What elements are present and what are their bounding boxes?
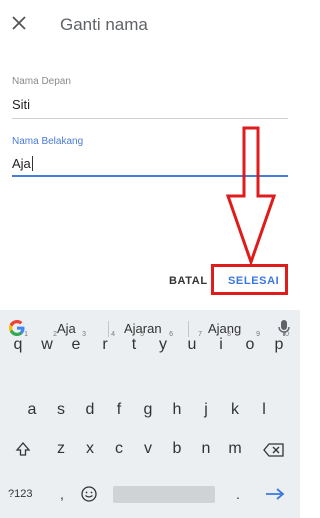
key-g[interactable]: g — [135, 395, 161, 425]
key-x[interactable]: x — [77, 434, 103, 464]
key-label: q — [13, 336, 23, 353]
app-bar: Ganti nama — [0, 0, 300, 52]
period-key[interactable]: . — [236, 486, 240, 502]
key-hint: 2 — [53, 331, 57, 338]
spacebar[interactable] — [113, 486, 215, 503]
close-icon[interactable] — [8, 12, 30, 34]
key-w[interactable]: w2 — [34, 330, 60, 360]
key-p[interactable]: p0 — [266, 330, 292, 360]
backspace-icon[interactable] — [262, 442, 286, 458]
annotation-arrow-icon — [226, 126, 276, 266]
key-h[interactable]: h — [164, 395, 190, 425]
key-label: i — [219, 336, 223, 353]
key-hint: 8 — [227, 331, 231, 338]
symbols-key[interactable]: ?123 — [8, 488, 32, 500]
key-j[interactable]: j — [193, 395, 219, 425]
key-hint: 9 — [256, 331, 260, 338]
key-d[interactable]: d — [77, 395, 103, 425]
key-hint: 3 — [82, 331, 86, 338]
key-m[interactable]: m — [222, 434, 248, 464]
arrow-right-icon[interactable] — [264, 487, 286, 501]
key-label: w — [41, 336, 53, 353]
key-label: p — [274, 336, 284, 353]
key-k[interactable]: k — [222, 395, 248, 425]
key-l[interactable]: l — [251, 395, 277, 425]
key-hint: 6 — [169, 331, 173, 338]
emoji-icon[interactable] — [80, 485, 98, 503]
done-button[interactable]: SELESAI — [228, 275, 279, 287]
key-b[interactable]: b — [164, 434, 190, 464]
key-r[interactable]: r4 — [92, 330, 118, 360]
key-a[interactable]: a — [19, 395, 45, 425]
key-label: e — [71, 336, 81, 353]
key-label: r — [102, 336, 108, 353]
key-u[interactable]: u7 — [179, 330, 205, 360]
key-hint: 0 — [285, 331, 289, 338]
key-hint: 7 — [198, 331, 202, 338]
key-hint: 5 — [140, 331, 144, 338]
key-label: y — [159, 336, 167, 353]
key-s[interactable]: s — [48, 395, 74, 425]
first-name-input[interactable]: Siti — [12, 97, 30, 112]
last-name-label: Nama Belakang — [12, 136, 84, 147]
keyboard: Aja Ajaran Ajang q1 w2 e3 r4 t5 y6 u7 i8… — [0, 310, 300, 518]
comma-key[interactable]: , — [60, 486, 64, 502]
key-n[interactable]: n — [193, 434, 219, 464]
key-c[interactable]: c — [106, 434, 132, 464]
cancel-button[interactable]: BATAL — [169, 275, 208, 287]
key-o[interactable]: o9 — [237, 330, 263, 360]
key-v[interactable]: v — [135, 434, 161, 464]
key-z[interactable]: z — [48, 434, 74, 464]
key-label: o — [245, 336, 255, 353]
shift-icon[interactable] — [14, 440, 32, 458]
key-y[interactable]: y6 — [150, 330, 176, 360]
key-e[interactable]: e3 — [63, 330, 89, 360]
key-hint: 1 — [24, 331, 28, 338]
key-f[interactable]: f — [106, 395, 132, 425]
first-name-underline — [12, 118, 288, 119]
dialog-title: Ganti nama — [60, 15, 148, 34]
key-label: u — [187, 336, 197, 353]
key-t[interactable]: t5 — [121, 330, 147, 360]
last-name-value: Aja — [12, 156, 31, 171]
key-i[interactable]: i8 — [208, 330, 234, 360]
key-q[interactable]: q1 — [5, 330, 31, 360]
first-name-label: Nama Depan — [12, 76, 71, 87]
key-label: t — [131, 336, 137, 353]
last-name-input[interactable]: Aja — [12, 156, 33, 171]
text-caret — [31, 156, 33, 171]
key-hint: 4 — [111, 331, 115, 338]
